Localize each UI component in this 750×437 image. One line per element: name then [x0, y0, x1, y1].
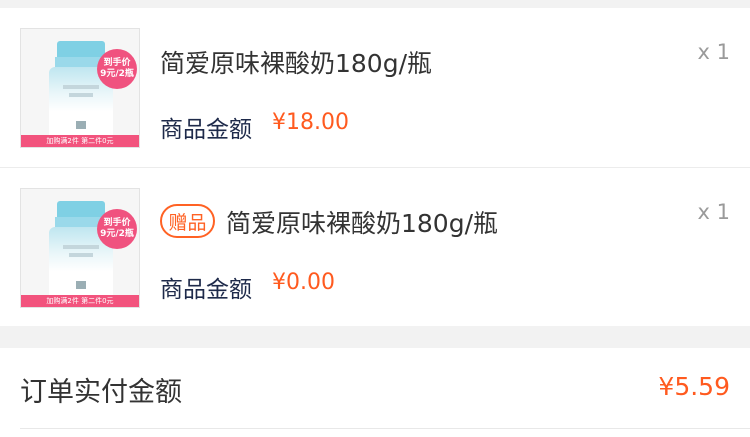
amount-value: ¥18.00	[272, 110, 349, 135]
list-item[interactable]: 到手价 9元/2瓶 加购满2件 第二件0元 简爱原味裸酸奶180g/瓶 x 1 …	[0, 8, 750, 167]
list-item[interactable]: 到手价 9元/2瓶 加购满2件 第二件0元 赠品 简爱原味裸酸奶180g/瓶 x…	[0, 168, 750, 327]
price-badge: 到手价 9元/2瓶	[97, 49, 137, 89]
order-total-card: 订单实付金额 ¥5.59	[0, 348, 750, 437]
product-image[interactable]: 到手价 9元/2瓶 加购满2件 第二件0元	[20, 28, 140, 148]
price-badge: 到手价 9元/2瓶	[97, 209, 137, 249]
product-title[interactable]: 简爱原味裸酸奶180g/瓶	[226, 204, 498, 240]
quantity-text: x 1	[697, 40, 730, 64]
quantity-text: x 1	[697, 200, 730, 224]
bottle-label-line	[63, 245, 99, 249]
bottle-logo-mark	[76, 121, 86, 129]
order-items-card: 到手价 9元/2瓶 加购满2件 第二件0元 简爱原味裸酸奶180g/瓶 x 1 …	[0, 8, 750, 326]
total-label: 订单实付金额	[20, 377, 182, 408]
price-badge-line2: 9元/2瓶	[100, 69, 134, 79]
price-badge-line2: 9元/2瓶	[100, 229, 134, 239]
product-title[interactable]: 简爱原味裸酸奶180g/瓶	[160, 44, 432, 80]
product-image[interactable]: 到手价 9元/2瓶 加购满2件 第二件0元	[20, 188, 140, 308]
bottle-logo-mark	[76, 281, 86, 289]
bottle-label-line	[69, 93, 93, 97]
promo-banner: 加购满2件 第二件0元	[21, 295, 139, 307]
total-value: ¥5.59	[658, 372, 730, 401]
bottom-divider	[20, 428, 750, 429]
top-spacer	[0, 0, 750, 8]
amount-label: 商品金额	[160, 277, 252, 303]
amount-value: ¥0.00	[272, 270, 335, 295]
price-badge-line1: 到手价	[103, 218, 131, 228]
price-badge-line1: 到手价	[103, 58, 131, 68]
promo-banner: 加购满2件 第二件0元	[21, 135, 139, 147]
bottle-label-line	[69, 253, 93, 257]
bottle-label-line	[63, 85, 99, 89]
amount-label: 商品金额	[160, 117, 252, 143]
gift-tag: 赠品	[160, 204, 215, 238]
